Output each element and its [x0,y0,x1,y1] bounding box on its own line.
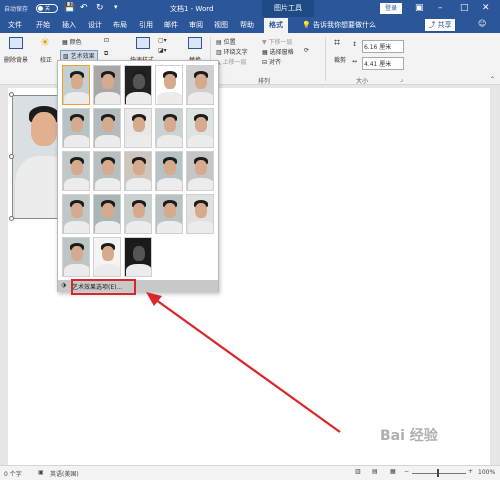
zoom-in-icon[interactable]: + [468,468,473,475]
language-status[interactable]: 英语(美国) [50,469,79,478]
arrow-head [146,292,162,306]
zoom-level[interactable]: 100% [478,469,495,476]
arrow-line [151,296,341,433]
web-layout-icon[interactable]: ▦ [390,468,396,475]
zoom-slider[interactable] [412,473,466,474]
word-count[interactable]: 0 个字 [4,469,22,478]
watermark: Bai 经验 [380,428,438,444]
status-bar: 0 个字 ▣ 英语(美国) ▥ ▤ ▦ − + 100% [0,465,500,480]
proofing-icon[interactable]: ▣ [38,469,44,476]
annotation-arrow [146,292,341,433]
print-layout-icon[interactable]: ▤ [372,468,378,475]
read-mode-icon[interactable]: ▥ [355,468,361,475]
zoom-out-icon[interactable]: − [404,468,409,475]
zoom-slider-thumb[interactable] [437,469,439,477]
